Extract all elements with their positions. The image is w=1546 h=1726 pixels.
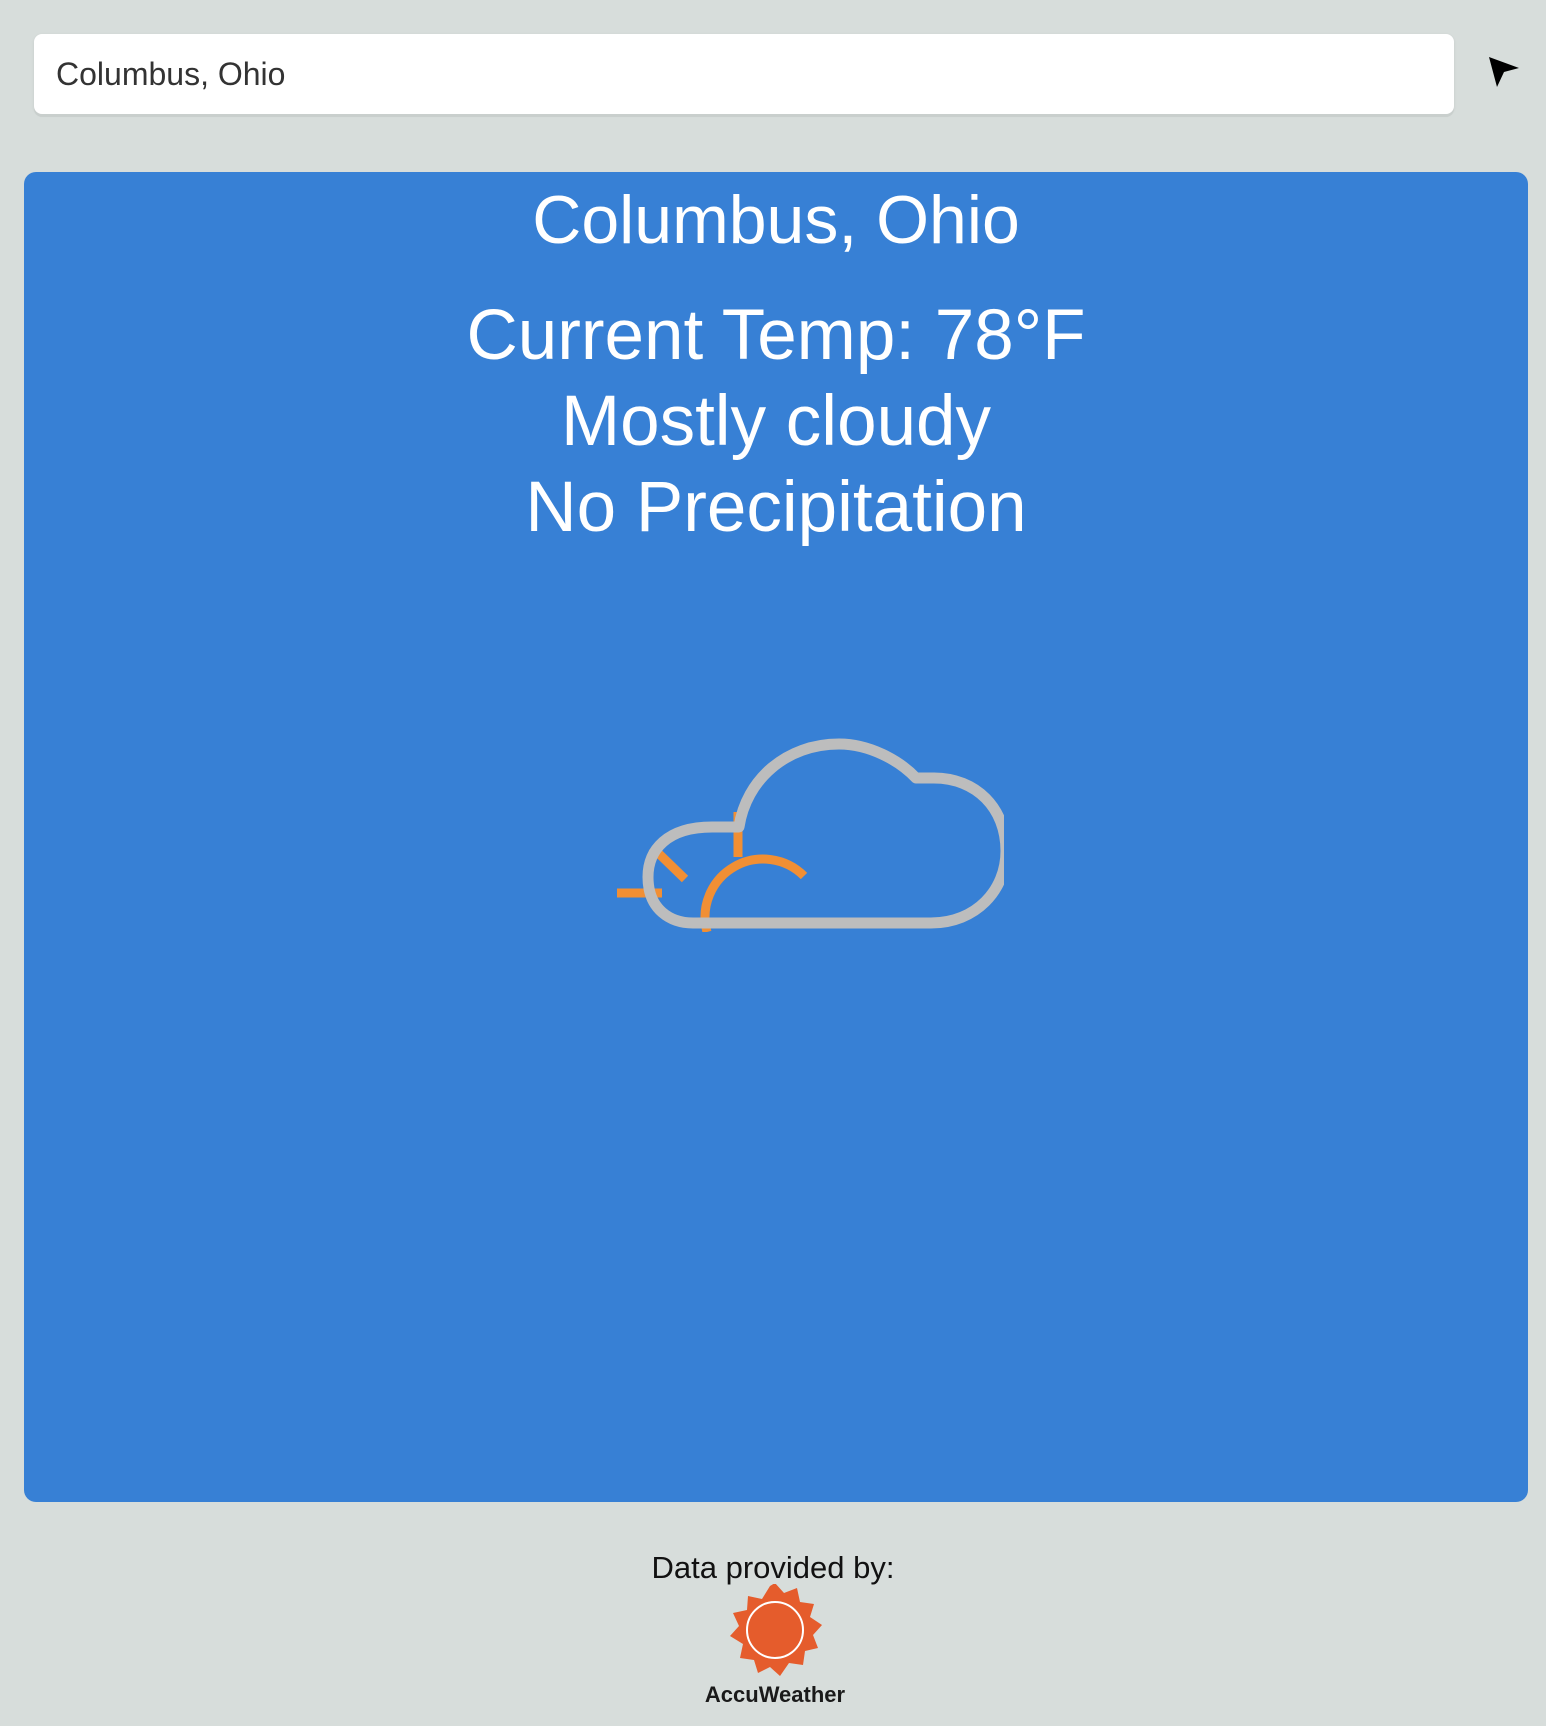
current-temp: Current Temp: 78°F [466,296,1086,375]
accuweather-logo[interactable]: AccuWeather [700,1584,850,1714]
credit-label: Data provided by: [651,1550,895,1585]
location-button[interactable] [1480,50,1526,96]
weather-card: Columbus, Ohio Current Temp: 78°F Mostly… [24,172,1528,1502]
search-input[interactable] [34,34,1454,114]
location-arrow-icon [1489,57,1519,87]
search-box[interactable] [34,34,1454,114]
accuweather-sun-logo-icon [730,1584,822,1676]
accuweather-wordmark: AccuWeather [704,1682,846,1707]
partly-cloudy-icon [617,738,1004,932]
city-name: Columbus, Ohio [532,182,1020,258]
weather-condition: Mostly cloudy [560,382,992,461]
precipitation-status: No Precipitation [525,468,1027,547]
